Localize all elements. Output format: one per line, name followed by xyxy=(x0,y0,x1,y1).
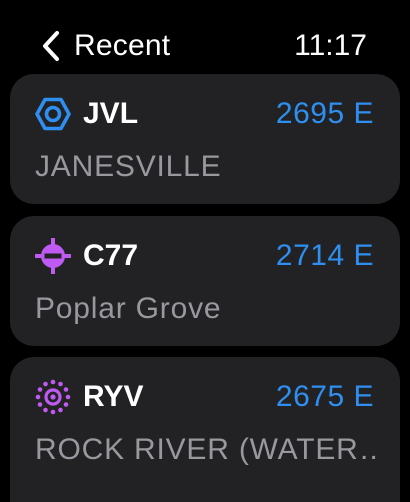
hexagon-airport-icon xyxy=(35,97,71,131)
clock-time: 11:17 xyxy=(294,29,367,62)
airport-frequency: 2675 E xyxy=(275,380,374,413)
airport-frequency: 2714 E xyxy=(275,239,374,272)
navigation-header: Recent 11:17 xyxy=(0,0,410,70)
airport-frequency: 2695 E xyxy=(275,97,374,130)
chevron-left-icon xyxy=(43,31,59,61)
airport-ident: RYV xyxy=(83,380,144,413)
airport-name: JANESVILLE xyxy=(35,150,222,183)
back-button[interactable]: Recent xyxy=(40,24,170,68)
private-airport-icon xyxy=(35,238,71,274)
airport-card-c77[interactable]: C77 2714 E Poplar Grove xyxy=(10,216,400,346)
seaplane-base-icon xyxy=(35,379,71,415)
airport-card-jvl[interactable]: JVL 2695 E JANESVILLE xyxy=(10,74,400,204)
airport-card-ryv[interactable]: RYV 2675 E ROCK RIVER (WATER… xyxy=(10,357,400,502)
airport-name: Poplar Grove xyxy=(35,292,222,325)
airport-ident: JVL xyxy=(83,97,139,130)
airport-name: ROCK RIVER (WATER… xyxy=(35,433,380,466)
airport-ident: C77 xyxy=(83,239,139,272)
back-label: Recent xyxy=(74,29,171,62)
